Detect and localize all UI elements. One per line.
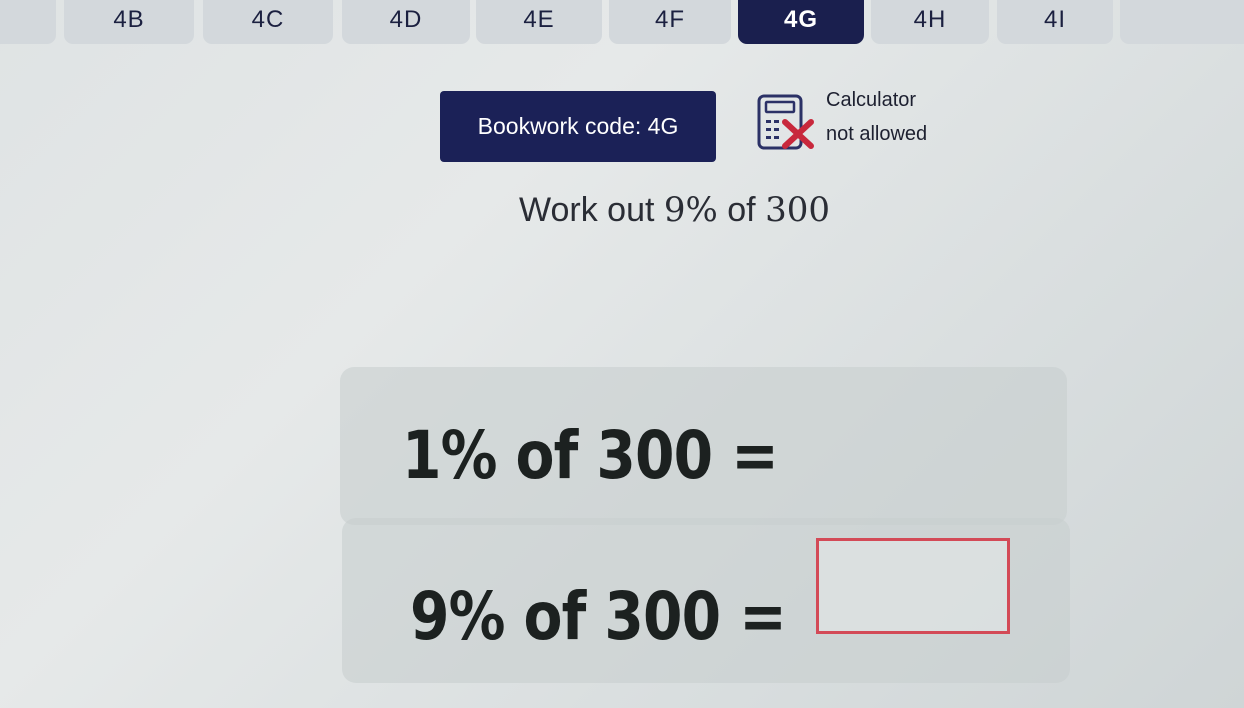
tab-next[interactable] <box>1120 0 1244 44</box>
tab-4g[interactable]: 4G <box>738 0 864 44</box>
question-of: of <box>717 191 766 229</box>
tab-4i[interactable]: 4I <box>997 0 1113 44</box>
calculator-status: not allowed <box>826 123 928 145</box>
question-prefix: Work out <box>519 191 664 229</box>
tab-4b[interactable]: 4B <box>64 0 194 44</box>
question-amount: 300 <box>765 190 830 230</box>
tab-bar: 4B 4C 4D 4E 4F 4G 4H 4I <box>0 0 1244 46</box>
tab-4a[interactable] <box>0 0 56 44</box>
tab-4c[interactable]: 4C <box>203 0 333 44</box>
calculator-not-allowed-icon <box>757 94 814 150</box>
question-percent: 9% <box>663 190 718 230</box>
question-text: Work out 9% of 300 <box>519 190 830 230</box>
step-2-text: 9% of 300 = <box>410 578 787 655</box>
tab-4e[interactable]: 4E <box>476 0 602 44</box>
tab-4h[interactable]: 4H <box>871 0 989 44</box>
tab-4d[interactable]: 4D <box>342 0 470 44</box>
tab-4f[interactable]: 4F <box>609 0 731 44</box>
calculator-label: Calculator <box>826 89 917 111</box>
bookwork-code-label: Bookwork code: 4G <box>477 113 679 139</box>
answer-input-box[interactable] <box>816 538 1010 634</box>
bookwork-code-badge: Bookwork code: 4G <box>440 91 716 162</box>
step-1-text: 1% of 300 = <box>402 417 779 494</box>
